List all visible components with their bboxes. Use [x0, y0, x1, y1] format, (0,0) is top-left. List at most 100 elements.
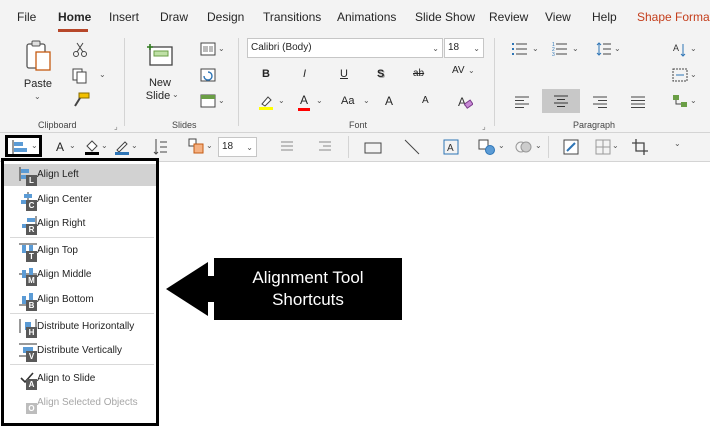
tab-transitions[interactable]: Transitions [263, 10, 321, 24]
tab-shape-format[interactable]: Shape Format [637, 10, 710, 24]
font-name-chevron-down-icon[interactable]: ⌄ [432, 40, 439, 58]
layout-chevron-down-icon[interactable]: ⌄ [218, 44, 225, 53]
strikethrough-button[interactable]: ab [413, 68, 424, 79]
align-objects-button[interactable]: ⌄ [5, 135, 42, 157]
crop-button[interactable] [632, 139, 648, 160]
font-name-field[interactable]: Calibri (Body) ⌄ [247, 38, 443, 58]
table-grid-button[interactable] [595, 139, 611, 160]
shape-fill-button[interactable] [84, 139, 100, 160]
text-box-button[interactable]: A [443, 139, 459, 160]
arrange-chevron-down-icon[interactable]: ⌄ [206, 141, 213, 150]
align-text-chevron-down-icon[interactable]: ⌄ [690, 70, 697, 79]
drawbar-font-size-chevron-down-icon[interactable]: ⌄ [246, 139, 253, 157]
change-case-chevron-down-icon[interactable]: ⌄ [363, 96, 370, 105]
format-painter-button[interactable] [72, 92, 90, 113]
drawbar-font-size-field[interactable]: 18 ⌄ [218, 137, 257, 157]
menu-item-distribute-vertically[interactable]: V Distribute Vertically [4, 340, 156, 362]
paste-button[interactable] [24, 40, 52, 77]
arrange-button[interactable] [188, 138, 204, 159]
menu-item-align-center[interactable]: C Align Center [4, 189, 156, 211]
tab-animations[interactable]: Animations [337, 10, 396, 24]
grow-font-button[interactable]: A [385, 94, 393, 108]
menu-item-align-left[interactable]: L Align Left [4, 164, 156, 186]
layout-button[interactable] [200, 42, 216, 61]
clear-formatting-button[interactable]: A [457, 94, 474, 115]
menu-item-align-right[interactable]: R Align Right [4, 213, 156, 235]
menu-item-align-top[interactable]: T Align Top [4, 240, 156, 262]
tab-design[interactable]: Design [207, 10, 244, 24]
section-button[interactable] [200, 94, 216, 113]
smartart-chevron-down-icon[interactable]: ⌄ [690, 96, 697, 105]
change-case-button[interactable]: Aa [341, 95, 354, 107]
numbering-chevron-down-icon[interactable]: ⌄ [572, 44, 579, 53]
shrink-font-button[interactable]: A [422, 95, 429, 106]
tab-view[interactable]: View [545, 10, 571, 24]
section-chevron-down-icon[interactable]: ⌄ [218, 96, 225, 105]
shapes-gallery-chevron-down-icon[interactable]: ⌄ [498, 141, 505, 150]
align-left-text-button[interactable] [515, 95, 529, 113]
copy-button[interactable] [72, 68, 88, 89]
bold-button[interactable]: B [262, 68, 270, 80]
line-spacing-button[interactable] [596, 42, 612, 61]
shape-outline-chevron-down-icon[interactable]: ⌄ [131, 141, 138, 150]
font-dialog-launcher-icon[interactable]: ⌟ [482, 122, 486, 131]
line-shape-button[interactable] [404, 139, 420, 160]
bullets-chevron-down-icon[interactable]: ⌄ [532, 44, 539, 53]
align-right-text-button[interactable] [593, 95, 607, 113]
tab-home[interactable]: Home [58, 10, 91, 24]
align-objects-chevron-down-icon[interactable]: ⌄ [31, 141, 38, 150]
menu-item-align-to-slide[interactable]: A Align to Slide [4, 368, 156, 390]
align-text-button[interactable] [672, 68, 688, 87]
font-size-chevron-down-icon[interactable]: ⌄ [473, 40, 480, 58]
reset-slide-button[interactable] [200, 68, 216, 87]
line-spacing-chevron-down-icon[interactable]: ⌄ [614, 44, 621, 53]
font-color-chevron-down-icon[interactable]: ⌄ [316, 96, 323, 105]
shape-fill-chevron-down-icon[interactable]: ⌄ [101, 141, 108, 150]
menu-item-align-middle[interactable]: M Align Middle [4, 264, 156, 286]
menu-item-align-bottom[interactable]: B Align Bottom [4, 289, 156, 311]
shapes-gallery-button[interactable] [478, 139, 496, 160]
character-spacing-button[interactable]: AV [452, 65, 465, 76]
merge-shapes-chevron-down-icon[interactable]: ⌄ [535, 141, 542, 150]
numbering-button[interactable]: 123 [552, 42, 568, 61]
font-color-button[interactable]: A [300, 93, 308, 107]
new-slide-label-line1[interactable]: New [140, 77, 180, 89]
highlight-chevron-down-icon[interactable]: ⌄ [278, 96, 285, 105]
cut-button[interactable] [72, 42, 88, 63]
tab-file[interactable]: File [17, 10, 36, 24]
highlight-button[interactable] [258, 94, 274, 115]
new-slide-button[interactable] [146, 42, 174, 73]
justify-text-button[interactable] [631, 95, 645, 113]
font-size-field[interactable]: 18 ⌄ [444, 38, 484, 58]
smartart-button[interactable] [672, 94, 688, 113]
tab-review[interactable]: Review [489, 10, 528, 24]
align-center-text-button[interactable] [542, 89, 580, 113]
format-text-left-button[interactable] [280, 140, 294, 159]
character-spacing-chevron-down-icon[interactable]: ⌄ [468, 66, 475, 75]
shadow-button[interactable]: S [377, 68, 384, 80]
rectangle-shape-button[interactable] [364, 141, 382, 159]
text-direction-chevron-down-icon[interactable]: ⌄ [690, 44, 697, 53]
italic-button[interactable]: I [303, 68, 306, 80]
merge-shapes-button[interactable] [515, 139, 533, 160]
tab-insert[interactable]: Insert [109, 10, 139, 24]
format-text-right-button[interactable] [318, 140, 332, 159]
text-effects-chevron-down-icon[interactable]: ⌄ [69, 141, 76, 150]
copy-chevron-down-icon[interactable]: ⌄ [99, 70, 106, 79]
text-direction-button[interactable]: A [672, 42, 688, 63]
edit-shape-button[interactable] [563, 139, 579, 160]
paste-chevron-down-icon[interactable]: ⌄ [34, 92, 41, 101]
shape-outline-button[interactable] [114, 139, 130, 160]
table-grid-chevron-down-icon[interactable]: ⌄ [612, 141, 619, 150]
tab-slide-show[interactable]: Slide Show [415, 10, 475, 24]
text-effects-button[interactable]: A [56, 140, 64, 154]
clipboard-dialog-launcher-icon[interactable]: ⌟ [114, 122, 118, 131]
toolbar-overflow-chevron-down-icon[interactable]: ⌄ [674, 139, 681, 148]
new-slide-chevron-down-icon[interactable]: ⌄ [172, 90, 179, 99]
tab-draw[interactable]: Draw [160, 10, 188, 24]
underline-button[interactable]: U [340, 68, 348, 80]
bullets-button[interactable] [512, 42, 528, 61]
menu-item-distribute-horizontally[interactable]: H Distribute Horizontally [4, 316, 156, 338]
tab-help[interactable]: Help [592, 10, 617, 24]
paste-label[interactable]: Paste [18, 78, 58, 90]
